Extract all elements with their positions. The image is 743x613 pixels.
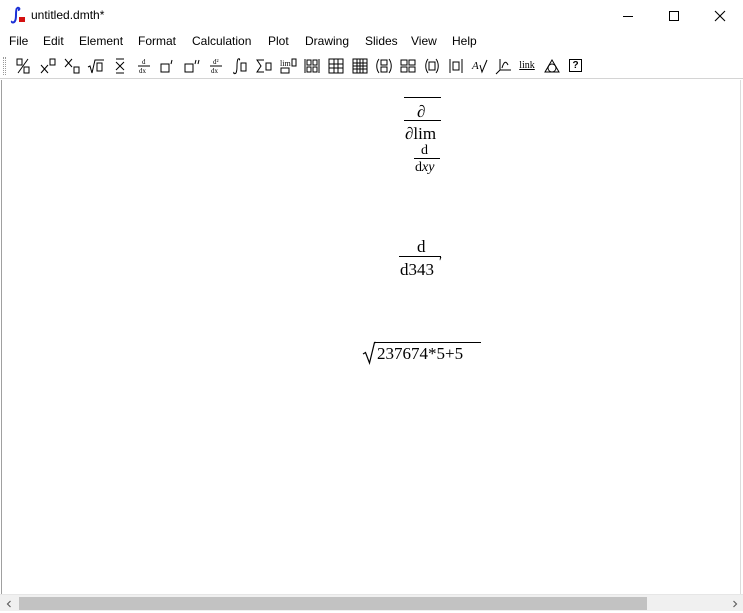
abs-value-button[interactable]: [445, 55, 466, 76]
expr3-radicand: 237674*5+5: [377, 344, 464, 363]
title-bar: untitled.dmth*: [0, 0, 743, 31]
parentheses-button[interactable]: [421, 55, 442, 76]
close-button[interactable]: [697, 0, 743, 31]
scroll-thumb[interactable]: [19, 597, 647, 610]
document-canvas[interactable]: ∂ ∂lim d dxy d d343 ′ 237674*5+5: [1, 80, 741, 594]
prime-icon: [160, 59, 172, 72]
fraction-icon: [16, 58, 29, 73]
svg-text:d: d: [142, 58, 146, 66]
table-button[interactable]: [325, 55, 346, 76]
minimize-button[interactable]: [605, 0, 651, 31]
toolbar: d dx d² dx lim A link ?: [0, 52, 743, 79]
link-label: link: [519, 60, 535, 71]
drawing-icon: [543, 58, 560, 72]
menu-bar: File Edit Element Format Calculation Plo…: [0, 31, 743, 52]
radical-sign-icon: [362, 341, 376, 365]
derivative-icon: ddx: [137, 58, 150, 75]
double-prime-icon: [184, 59, 199, 72]
sub-denominator-prefix: d: [415, 160, 422, 175]
menu-edit[interactable]: Edit: [43, 34, 64, 48]
svg-text:d²: d²: [213, 58, 219, 66]
expr1-denominator: ∂lim: [405, 124, 437, 143]
fraction-bar: [404, 120, 441, 121]
matrix-paren-icon: [375, 58, 392, 73]
sub-fraction-bar: [414, 158, 440, 159]
sub-denominator-var: xy: [422, 160, 435, 175]
drawing-button[interactable]: [541, 55, 562, 76]
menu-slides[interactable]: Slides: [365, 34, 398, 48]
horizontal-scrollbar[interactable]: [0, 594, 743, 611]
svg-text:dx: dx: [211, 67, 219, 75]
menu-format[interactable]: Format: [138, 34, 176, 48]
root-icon: [87, 59, 104, 73]
matrix-paren-button[interactable]: [373, 55, 394, 76]
plot-axes-button[interactable]: [493, 55, 514, 76]
help-icon: ?: [569, 59, 582, 72]
matrix-grid-icon: [400, 59, 415, 72]
matrix-grid-button[interactable]: [397, 55, 418, 76]
double-prime-button[interactable]: [181, 55, 202, 76]
expr1-sub-numerator: d: [421, 143, 428, 158]
superscript-button[interactable]: [37, 55, 58, 76]
text-style-icon: A: [471, 59, 487, 74]
chevron-left-icon: [6, 600, 11, 607]
sum-icon: [255, 59, 271, 72]
prime-button[interactable]: [157, 55, 178, 76]
menu-help[interactable]: Help: [452, 34, 477, 48]
window-title: untitled.dmth*: [31, 8, 105, 22]
second-derivative-button[interactable]: d² dx: [205, 55, 226, 76]
second-derivative-icon: d²dx: [209, 58, 222, 75]
link-button[interactable]: link: [516, 55, 538, 76]
limit-button[interactable]: lim: [277, 55, 298, 76]
superscript-icon: [40, 58, 55, 73]
matrix-2x2-button[interactable]: [301, 55, 322, 76]
expr2-prime: ′: [439, 255, 443, 270]
menu-plot[interactable]: Plot: [268, 34, 289, 48]
parentheses-icon: [424, 58, 439, 73]
derivative-button[interactable]: d dx: [133, 55, 154, 76]
overbar: [404, 97, 441, 98]
fraction-button[interactable]: [12, 55, 33, 76]
expr2-numerator: d: [417, 237, 426, 256]
plot-axes-icon: [495, 58, 511, 74]
sum-button[interactable]: [253, 55, 274, 76]
underover-button[interactable]: [109, 55, 130, 76]
integral-button[interactable]: [229, 55, 250, 76]
integral-icon[interactable]: [8, 6, 26, 24]
table-icon: [328, 58, 343, 73]
menu-drawing[interactable]: Drawing: [305, 34, 349, 48]
subscript-icon: [64, 58, 79, 73]
limit-icon: lim: [280, 58, 296, 73]
menu-file[interactable]: File: [9, 34, 28, 48]
help-button[interactable]: ?: [565, 55, 586, 76]
matrix-2x2-icon: [304, 58, 319, 73]
expr1-numerator: ∂: [417, 102, 426, 121]
menu-element[interactable]: Element: [79, 34, 123, 48]
subscript-button[interactable]: [61, 55, 82, 76]
radical-bar: [374, 342, 481, 343]
toolbar-grip[interactable]: [3, 57, 6, 75]
menu-view[interactable]: View: [411, 34, 437, 48]
maximize-button[interactable]: [651, 0, 697, 31]
scroll-left-button[interactable]: [0, 595, 17, 612]
minimize-icon: [623, 15, 633, 17]
expr1-sub-denominator: dxy: [415, 160, 434, 176]
svg-text:A: A: [471, 60, 479, 72]
close-icon: [714, 10, 726, 21]
grid-icon: [352, 58, 367, 73]
fraction-bar: [399, 256, 441, 257]
svg-text:dx: dx: [139, 67, 147, 75]
integral-tool-icon: [232, 57, 246, 74]
grid-button[interactable]: [349, 55, 370, 76]
maximize-icon: [669, 10, 679, 21]
root-button[interactable]: [85, 55, 106, 76]
abs-value-icon: [449, 58, 462, 73]
menu-calculation[interactable]: Calculation: [192, 34, 251, 48]
svg-text:lim: lim: [280, 59, 291, 68]
text-style-button[interactable]: A: [469, 55, 490, 76]
chevron-right-icon: [732, 600, 737, 607]
expr2-denominator: d343: [400, 260, 434, 279]
scroll-right-button[interactable]: [726, 595, 743, 612]
underover-icon: [115, 58, 124, 73]
